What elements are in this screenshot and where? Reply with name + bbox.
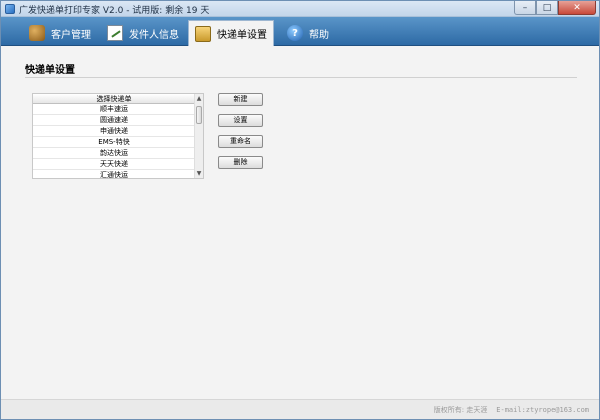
window-controls: – □ ✕ <box>514 1 596 16</box>
express-form-list[interactable]: 选择快递单 顺丰速运 圆通速递 申通快递 EMS-特快 韵达快运 天天快递 汇通… <box>32 93 204 179</box>
window-title: 广发快递单打印专家 V2.0 - 试用版: 剩余 19 天 <box>19 6 210 16</box>
help-icon: ? <box>287 25 303 41</box>
page-title: 快递单设置 <box>25 65 75 76</box>
list-item[interactable]: EMS-特快 <box>33 137 195 148</box>
scroll-thumb[interactable] <box>196 106 202 124</box>
app-window: 广发快递单打印专家 V2.0 - 试用版: 剩余 19 天 – □ ✕ 客户管理… <box>0 0 600 420</box>
new-button[interactable]: 新建 <box>218 93 263 106</box>
delete-button[interactable]: 删除 <box>218 156 263 169</box>
main-tab-bar: 客户管理 发件人信息 快递单设置 ? 帮助 <box>1 17 599 46</box>
tab-help[interactable]: ? 帮助 <box>281 20 335 46</box>
list-item[interactable]: 汇通快运 <box>33 170 195 178</box>
list-rows: 顺丰速运 圆通速递 申通快递 EMS-特快 韵达快运 天天快递 汇通快运 <box>33 104 195 178</box>
list-item[interactable]: 天天快递 <box>33 159 195 170</box>
sender-info-icon <box>107 25 123 41</box>
scroll-up-arrow-icon[interactable]: ▲ <box>195 94 203 103</box>
email-text: E-mail:ztyrope@163.com <box>496 406 589 414</box>
list-item[interactable]: 申通快递 <box>33 126 195 137</box>
tab-express-settings[interactable]: 快递单设置 <box>188 20 274 46</box>
list-column-header[interactable]: 选择快递单 <box>33 94 195 104</box>
app-logo-icon <box>5 4 15 14</box>
minimize-button[interactable]: – <box>514 1 536 15</box>
tab-label: 客户管理 <box>51 29 91 41</box>
copyright-text: 版权所有: 走天涯 <box>433 406 488 414</box>
close-button[interactable]: ✕ <box>558 1 596 15</box>
tab-sender-info[interactable]: 发件人信息 <box>101 20 185 46</box>
list-scrollbar[interactable]: ▲ ▼ <box>194 94 203 178</box>
express-form-icon <box>195 25 211 42</box>
list-item[interactable]: 韵达快运 <box>33 148 195 159</box>
status-text: 版权所有: 走天涯 E-mail:ztyrope@163.com <box>434 405 589 415</box>
tab-label: 快递单设置 <box>217 30 267 41</box>
scroll-down-arrow-icon[interactable]: ▼ <box>195 169 203 178</box>
status-bar: 版权所有: 走天涯 E-mail:ztyrope@163.com <box>1 399 599 419</box>
rename-button[interactable]: 重命名 <box>218 135 263 148</box>
divider <box>25 77 577 78</box>
tab-customer-management[interactable]: 客户管理 <box>23 20 97 46</box>
list-item[interactable]: 顺丰速运 <box>33 104 195 115</box>
main-content: 快递单设置 选择快递单 顺丰速运 圆通速递 申通快递 EMS-特快 韵达快运 天… <box>1 47 599 399</box>
settings-button[interactable]: 设置 <box>218 114 263 127</box>
tab-label: 帮助 <box>309 29 329 41</box>
list-item[interactable]: 圆通速递 <box>33 115 195 126</box>
customer-icon <box>29 25 45 41</box>
title-bar: 广发快递单打印专家 V2.0 - 试用版: 剩余 19 天 – □ ✕ <box>1 1 599 17</box>
maximize-button[interactable]: □ <box>536 1 558 15</box>
tab-label: 发件人信息 <box>129 29 179 41</box>
